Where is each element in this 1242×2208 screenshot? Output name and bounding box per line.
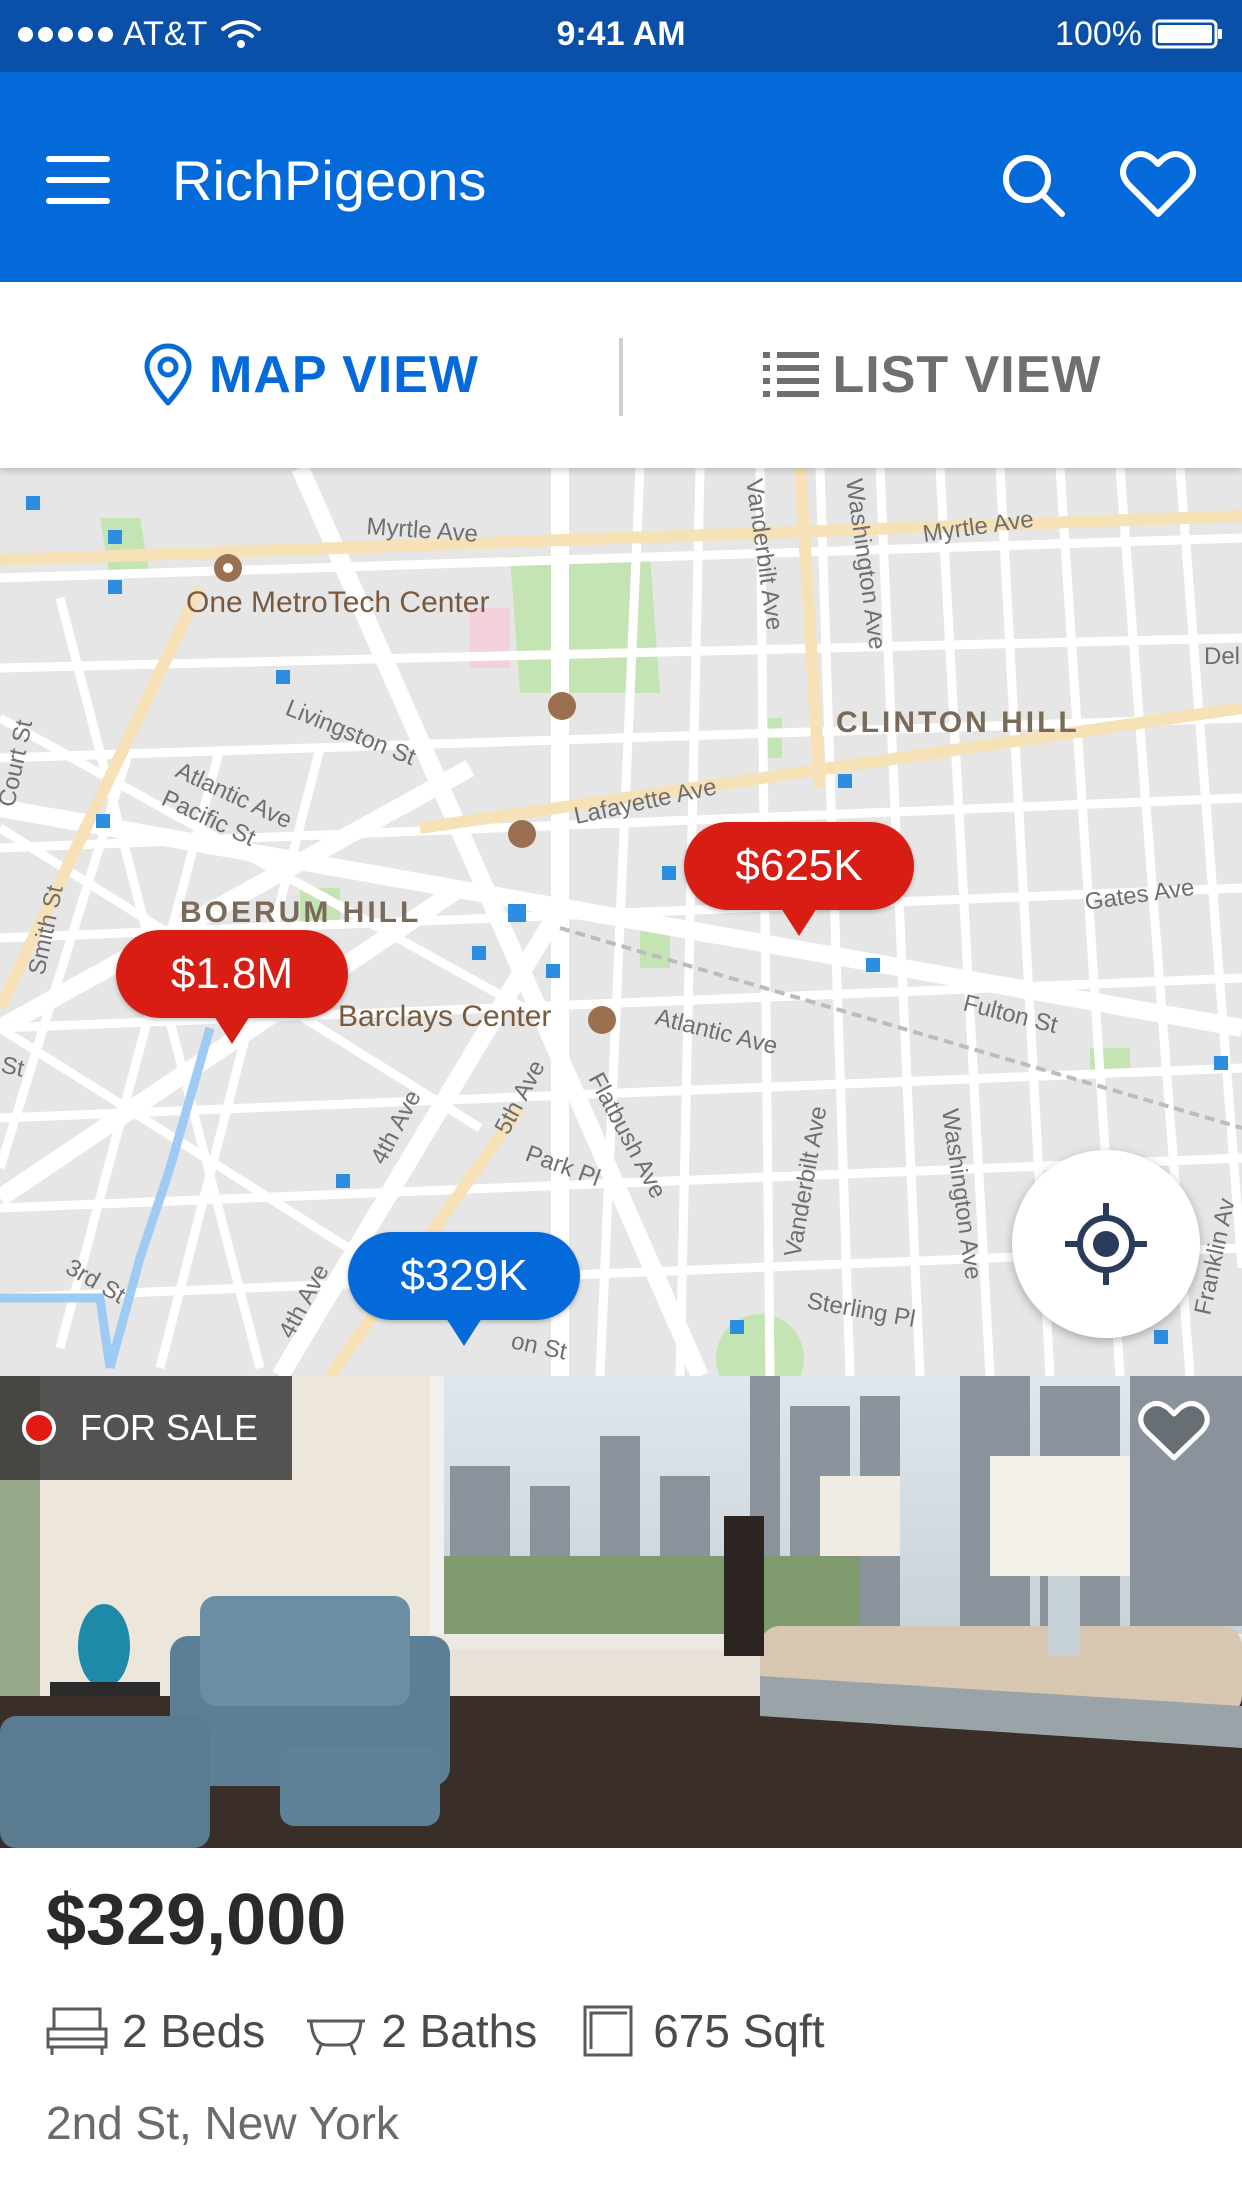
feature-sqft: 675 Sqft [577,2004,825,2058]
locate-me-button[interactable] [1012,1150,1200,1338]
tab-list-view[interactable]: LIST VIEW [622,282,1242,468]
menu-icon[interactable] [46,154,110,206]
label-metrotech: One MetroTech Center [186,586,489,619]
app-title: RichPigeons [172,149,487,212]
search-icon[interactable] [1000,152,1066,218]
tab-map-view[interactable]: MAP VIEW [0,282,620,468]
price-pin-625k[interactable]: $625K [684,822,914,936]
map-pin-icon [144,343,192,406]
for-sale-label: FOR SALE [80,1407,259,1448]
label-boerum-hill: BOERUM HILL [180,896,421,929]
bed-icon [46,2007,108,2055]
tab-list-label: LIST VIEW [832,346,1102,404]
price-pin-329k[interactable]: $329K [348,1232,580,1346]
sqft-text: 675 Sqft [653,2005,825,2057]
status-bar: AT&T 9:41 AM 100% [0,0,1242,72]
heart-outline-icon[interactable] [1136,1400,1212,1464]
crosshair-icon [1065,1203,1147,1285]
for-sale-badge: FOR SALE [0,1376,292,1480]
listing-price: $329,000 [46,1880,347,1960]
map[interactable]: Myrtle Ave Myrtle Ave Livingston St Atla… [0,468,1242,1376]
feature-baths: 2 Baths [305,2004,537,2058]
tab-map-label: MAP VIEW [209,346,479,404]
battery-icon [1152,19,1222,49]
list-icon [762,352,819,397]
listing-address: 2nd St, New York [46,2097,399,2149]
listing-photo[interactable]: FOR SALE [0,1376,1242,1848]
battery-percent: 100% [1055,15,1142,53]
bathtub-icon [307,2019,366,2056]
label-barclays: Barclays Center [338,1000,551,1033]
label-clinton-hill: CLINTON HILL [836,706,1080,739]
price-pin-1-8m[interactable]: $1.8M [116,930,348,1044]
label-del: Del [1204,643,1240,670]
listing-features: 2 Beds 2 Baths 675 Sqft [46,1996,865,2066]
status-right: 100% [1055,12,1224,56]
heart-icon[interactable] [1120,150,1196,220]
feature-beds: 2 Beds [46,2004,265,2058]
floor-area-icon [583,2005,633,2057]
baths-text: 2 Baths [381,2005,538,2057]
view-toggle: MAP VIEW LIST VIEW [0,282,1242,468]
beds-text: 2 Beds [122,2005,266,2057]
status-dot-icon [22,1411,56,1445]
app-bar: RichPigeons [0,72,1242,282]
